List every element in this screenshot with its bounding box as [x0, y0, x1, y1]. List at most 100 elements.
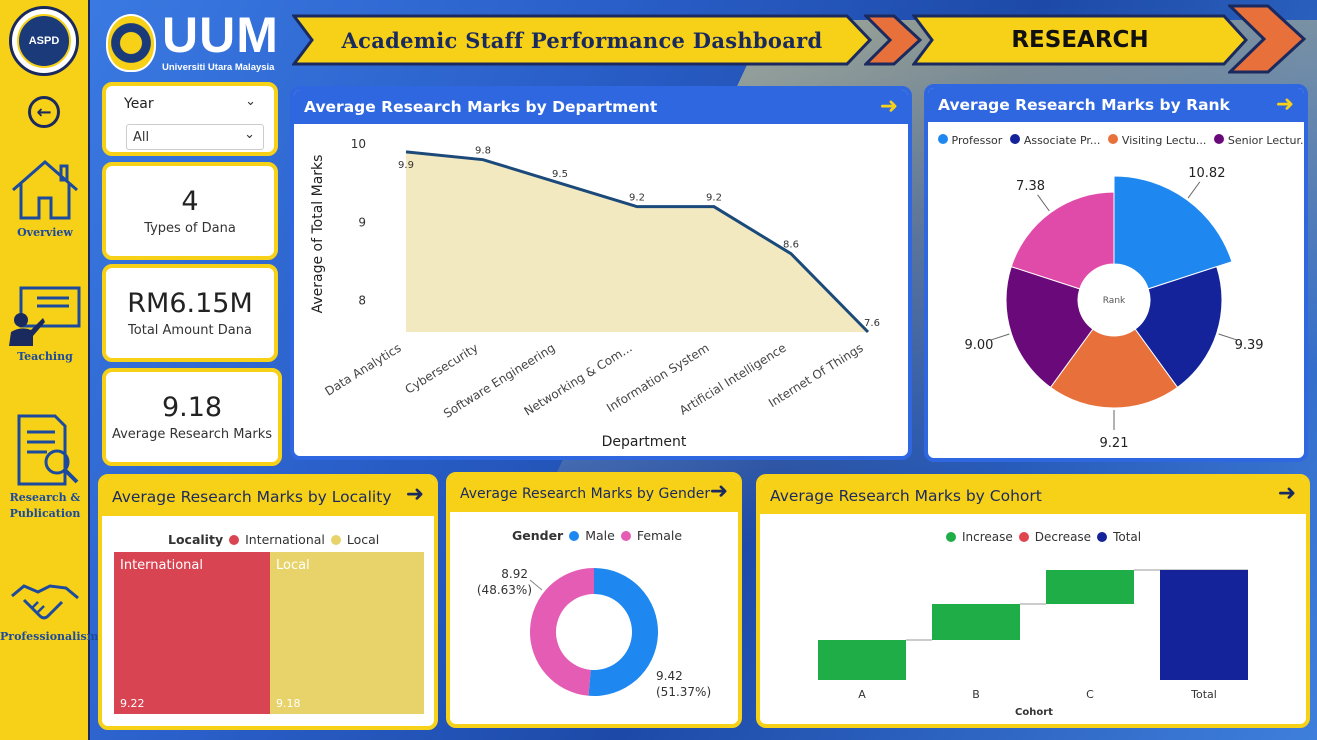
rank-chart-header: Average Research Marks by Rank ➜ — [928, 88, 1304, 122]
year-select-value: All — [133, 129, 150, 145]
pie-data-label: 10.82 — [1188, 166, 1225, 181]
arrow-left-circle-icon[interactable]: ← — [28, 96, 60, 128]
sidebar-item-research[interactable]: Research & Publication — [0, 412, 90, 522]
x-tick-label: C — [1086, 688, 1094, 701]
department-area-chart: 9.9 9.8 9.5 9.2 9.2 8.6 7.6 10 9 8 Data AnalyticsC… — [310, 137, 880, 450]
waterfall-bar — [932, 604, 1020, 640]
donut-slice — [588, 568, 659, 696]
cohort-chart-title: Average Research Marks by Cohort — [770, 487, 1042, 505]
donut-percent-label: (51.37%) — [656, 685, 711, 699]
title-banner: Academic Staff Performance Dashboard — [292, 14, 872, 66]
kpi-card-average-research-marks: 9.18 Average Research Marks — [102, 368, 282, 466]
rank-chart-title: Average Research Marks by Rank — [938, 96, 1230, 114]
legend-label-male: Male — [585, 528, 615, 543]
arrow-right-icon[interactable]: ➜ — [710, 479, 728, 504]
year-filter-label: Year — [124, 96, 154, 112]
legend-item-professor: Professor — [938, 134, 1002, 147]
data-label: 8.6 — [783, 240, 799, 251]
treemap-tile-value: 9.22 — [120, 697, 145, 710]
department-chart-title: Average Research Marks by Department — [304, 98, 658, 116]
cohort-legend: Increase Decrease Total — [946, 530, 1141, 544]
data-label: 7.6 — [864, 318, 880, 329]
pie-data-label: 9.21 — [1100, 436, 1129, 451]
kpi-value: RM6.15M — [127, 288, 253, 319]
gender-chart-title: Average Research Marks by Gender — [460, 486, 711, 502]
y-axis-title: Average of Total Marks — [310, 155, 326, 314]
locality-chart-header: Average Research Marks by Locality ➜ — [102, 478, 434, 516]
x-tick-label: A — [858, 688, 866, 701]
chevron-down-icon: ⌄ — [244, 127, 255, 142]
y-tick-label: 9 — [358, 215, 366, 229]
donut-value-label: 9.42 — [656, 669, 683, 683]
y-tick-label: 8 — [358, 294, 366, 308]
cohort-chart-header: Average Research Marks by Cohort ➜ — [760, 478, 1306, 514]
arrow-right-icon[interactable]: ➜ — [406, 482, 424, 507]
kpi-caption: Total Amount Dana — [128, 323, 252, 338]
legend-item-senior: Senior Lectur... — [1214, 134, 1304, 147]
document-magnifier-icon — [17, 414, 79, 486]
treemap-tile-label: International — [120, 558, 203, 573]
kpi-caption: Types of Dana — [144, 221, 236, 236]
waterfall-bar — [1160, 570, 1248, 680]
legend-label-local: Local — [346, 532, 380, 547]
x-tick-label: Total — [1190, 688, 1217, 701]
legend-label-female: Female — [636, 528, 683, 543]
chevron-down-icon[interactable]: ⌄ — [245, 94, 256, 109]
rank-chart-card: Average Research Marks by Rank ➜ Profess… — [924, 84, 1308, 462]
teacher-board-icon — [9, 286, 81, 346]
year-select[interactable]: All ⌄ — [126, 124, 264, 150]
rank-pie-chart: 10.82 9.39 9.21 9.00 7.38 Rank — [964, 166, 1263, 451]
uum-logo: UUM Universiti Utara Malaysia — [106, 7, 288, 74]
sidebar-item-label-line1: Research & — [9, 491, 81, 504]
gender-donut-chart: 9.42 (51.37%) 8.92 (48.63%) — [477, 567, 711, 699]
kpi-card-types-of-dana: 4 Types of Dana — [102, 162, 278, 260]
pie-leader-line — [1037, 194, 1050, 212]
sidebar-item-label-line2: Publication — [9, 507, 81, 520]
pie-data-label: 9.00 — [964, 338, 993, 353]
kpi-value: 4 — [181, 186, 199, 217]
legend-swatch-increase — [946, 532, 956, 542]
kpi-value: 9.18 — [161, 392, 223, 423]
data-label: 9.2 — [706, 193, 722, 204]
treemap-tile-local[interactable]: Local 9.18 — [270, 552, 424, 714]
kpi-card-total-amount-dana: RM6.15M Total Amount Dana — [102, 264, 278, 362]
pie-leader-line — [1187, 181, 1201, 199]
legend-title: Gender — [512, 528, 564, 543]
cohort-chart-card: Average Research Marks by Cohort ➜ Incre… — [756, 474, 1310, 728]
legend-swatch-total — [1097, 532, 1108, 542]
x-tick-label: B — [972, 688, 980, 701]
data-label: 9.8 — [475, 146, 491, 157]
sidebar-item-label: Overview — [17, 226, 73, 239]
legend-item-associate: Associate Pr... — [1010, 134, 1100, 147]
arrow-right-icon[interactable]: ➜ — [1278, 481, 1296, 506]
year-filter: Year ⌄ All ⌄ — [102, 82, 278, 156]
house-icon — [12, 160, 78, 220]
legend-swatch-female — [620, 530, 631, 541]
x-tick-label: Data Analytics — [322, 341, 403, 399]
arrow-right-icon[interactable]: ➜ — [1276, 92, 1294, 117]
locality-chart-card: Average Research Marks by Locality ➜ Loc… — [98, 474, 438, 730]
legend-label-increase: Increase — [962, 530, 1013, 544]
data-label: 9.5 — [552, 169, 568, 180]
dashboard-title: Academic Staff Performance Dashboard — [341, 27, 823, 53]
sidebar-item-overview[interactable]: Overview — [0, 158, 90, 242]
cohort-waterfall-chart: A B C Total Cohort — [818, 569, 1248, 718]
data-label: 9.2 — [629, 193, 645, 204]
sidebar-item-professionalism[interactable]: Professionalism — [0, 578, 98, 646]
department-chart-card: Average Research Marks by Department ➜ 9… — [290, 86, 912, 460]
sidebar-item-teaching[interactable]: Teaching — [0, 284, 90, 366]
rank-legend: Professor Associate Pr... Visiting Lectu… — [938, 134, 1304, 147]
y-tick-label: 10 — [351, 137, 366, 151]
legend-label-decrease: Decrease — [1034, 530, 1092, 544]
section-title: RESEARCH — [1011, 27, 1149, 53]
legend-swatch-international — [229, 534, 240, 545]
data-label: 9.9 — [398, 160, 414, 171]
x-tick-label: Cybersecurity — [403, 341, 481, 397]
treemap-tile-value: 9.18 — [276, 697, 301, 710]
sidebar-item-label: Teaching — [17, 350, 73, 363]
uum-crest-icon — [106, 14, 156, 72]
treemap-tile-label: Local — [276, 558, 310, 573]
arrow-right-icon[interactable]: ➜ — [880, 94, 898, 119]
treemap-tile-international[interactable]: International 9.22 — [114, 552, 270, 714]
sidebar: ASPD ← Overview Teaching Research & Publ… — [0, 0, 98, 740]
